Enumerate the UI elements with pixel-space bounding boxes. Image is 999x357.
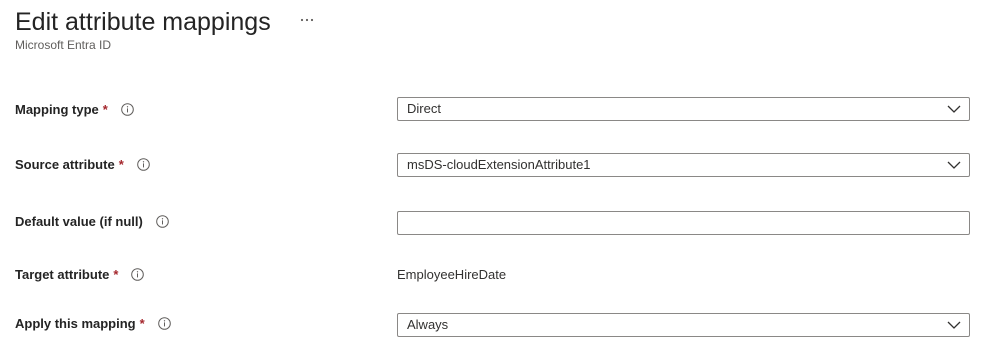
source-attribute-label: Source attribute * (15, 151, 150, 177)
required-marker: * (113, 266, 119, 282)
mapping-type-label: Mapping type * (15, 96, 134, 122)
apply-mapping-label: Apply this mapping * (15, 310, 171, 336)
target-attribute-value: EmployeeHireDate (397, 266, 507, 282)
page-subtitle: Microsoft Entra ID (15, 38, 112, 52)
source-attribute-label-text: Source attribute (15, 156, 115, 172)
target-attribute-label-text: Target attribute (15, 266, 110, 282)
info-icon[interactable] (157, 316, 171, 330)
default-value-input[interactable] (397, 211, 970, 235)
more-horizontal-icon (300, 18, 314, 22)
chevron-down-icon (947, 161, 961, 169)
required-marker: * (118, 156, 124, 172)
info-icon[interactable] (156, 214, 169, 228)
source-attribute-selected-value: msDS-cloudExtensionAttribute1 (407, 157, 591, 172)
info-icon[interactable] (136, 157, 150, 171)
apply-mapping-dropdown[interactable]: Always (397, 313, 970, 337)
mapping-type-label-text: Mapping type (15, 101, 99, 117)
page-title: Edit attribute mappings (15, 8, 271, 36)
default-value-label-text: Default value (if null) (15, 213, 143, 229)
mapping-type-row: Mapping type * Direct (0, 96, 999, 122)
target-attribute-row: Target attribute * EmployeeHireDate (0, 261, 999, 287)
required-marker: * (102, 101, 108, 117)
chevron-down-icon (947, 321, 961, 329)
required-marker: * (139, 315, 145, 331)
default-value-label: Default value (if null) (15, 208, 169, 234)
info-icon[interactable] (121, 102, 134, 116)
apply-mapping-row: Apply this mapping * Always (0, 310, 999, 337)
more-options-button[interactable] (296, 11, 318, 29)
mapping-type-dropdown[interactable]: Direct (397, 97, 970, 121)
default-value-row: Default value (if null) (0, 208, 999, 235)
info-icon[interactable] (131, 267, 145, 281)
apply-mapping-selected-value: Always (407, 317, 449, 332)
chevron-down-icon (947, 105, 961, 113)
target-attribute-label: Target attribute * (15, 261, 145, 287)
source-attribute-row: Source attribute * msDS-cloudExtensionAt… (0, 151, 999, 177)
mapping-type-selected-value: Direct (407, 101, 441, 116)
apply-mapping-label-text: Apply this mapping (15, 315, 136, 331)
source-attribute-dropdown[interactable]: msDS-cloudExtensionAttribute1 (397, 153, 970, 177)
